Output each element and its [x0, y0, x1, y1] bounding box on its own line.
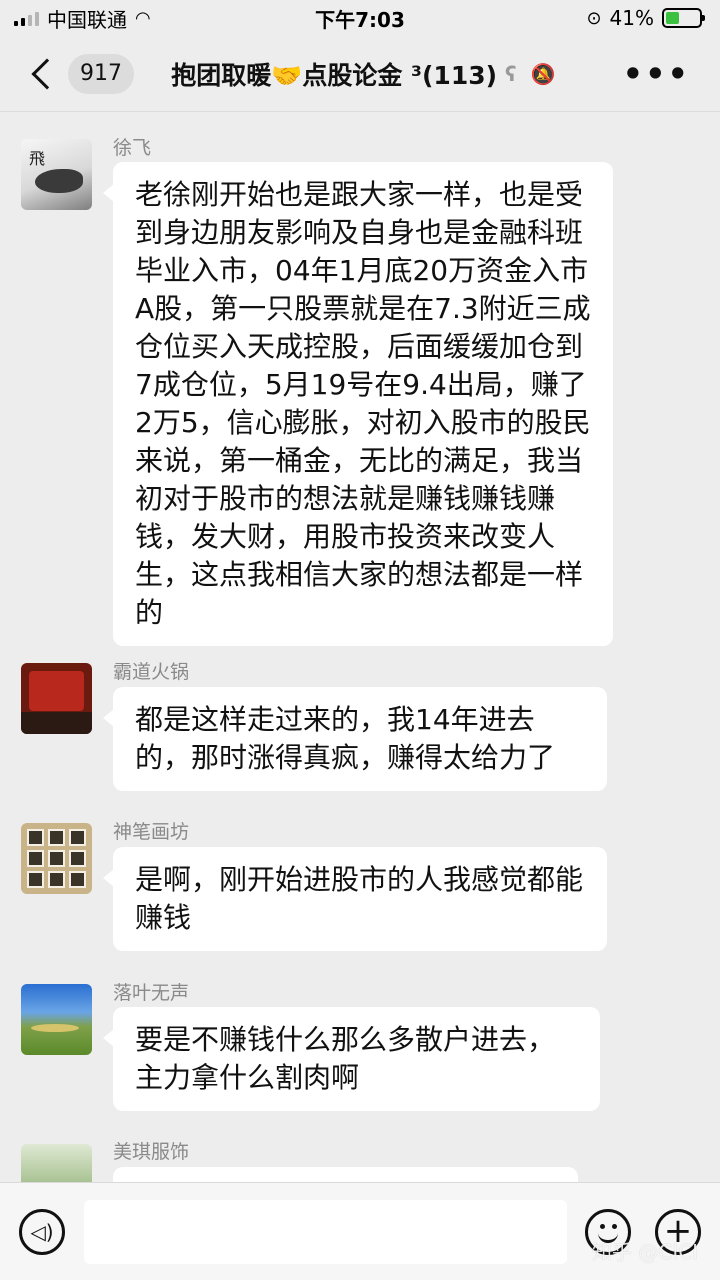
status-bar: 中国联通 ◠ 下午7:03 ⊙ 41%: [0, 0, 720, 36]
sender-name: 美琪服饰: [113, 1141, 190, 1163]
carrier-name: 中国联通: [47, 7, 127, 32]
avatar[interactable]: [21, 823, 92, 894]
avatar[interactable]: [21, 1144, 92, 1182]
sender-name: 徐飞: [113, 137, 152, 159]
rotation-lock-icon: ⊙: [586, 7, 602, 29]
title-status-icons: ʕ 🔕: [505, 62, 555, 86]
voice-input-icon[interactable]: ◁): [19, 1209, 65, 1255]
chat-title: 抱团取暖🤝点股论金 ³(113) ʕ 🔕: [164, 56, 563, 92]
status-left: 中国联通 ◠: [14, 4, 151, 33]
avatar[interactable]: [21, 663, 92, 734]
back-icon[interactable]: [31, 57, 63, 90]
unread-count-badge[interactable]: 917: [68, 53, 134, 94]
sender-name: 落叶无声: [113, 982, 190, 1004]
battery-icon: [662, 8, 705, 28]
avatar[interactable]: [21, 984, 92, 1055]
ear-icon: ʕ: [505, 61, 517, 86]
avatar-calligraphy: 飛: [29, 149, 46, 168]
battery-percent: 41%: [609, 6, 654, 30]
watermark: 知乎 @CICI: [592, 1240, 699, 1264]
message-list: 飛 徐飞 老徐刚开始也是跟大家一样，也是受到身边朋友影响及自身也是金融科班毕业入…: [0, 113, 720, 1182]
message-bubble[interactable]: 是啊，刚开始进股市的人我感觉都能赚钱: [103, 847, 607, 951]
wifi-icon: ◠: [135, 7, 151, 29]
message-bubble[interactable]: [113, 1167, 578, 1182]
input-bar: ◁) +: [0, 1182, 720, 1280]
message-bubble[interactable]: 要是不赚钱什么那么多散户进去，主力拿什么割肉啊: [103, 1007, 600, 1111]
message-bubble[interactable]: 老徐刚开始也是跟大家一样，也是受到身边朋友影响及自身也是金融科班毕业入市，04年…: [103, 162, 613, 646]
sender-name: 霸道火锅: [113, 661, 190, 683]
sender-name: 神笔画坊: [113, 821, 190, 843]
chat-title-text: 抱团取暖🤝点股论金 ³(113): [171, 60, 498, 90]
avatar[interactable]: 飛: [21, 139, 92, 210]
mute-bell-icon: 🔕: [530, 61, 556, 86]
more-options-icon[interactable]: •••: [623, 55, 690, 93]
status-right: ⊙ 41%: [586, 6, 705, 30]
clock: 下午7:03: [315, 7, 405, 32]
message-bubble[interactable]: 都是这样走过来的，我14年进去的，那时涨得真疯，赚得太给力了: [103, 687, 607, 791]
chat-header: 917 抱团取暖🤝点股论金 ³(113) ʕ 🔕 •••: [0, 36, 720, 112]
signal-icon: [14, 10, 39, 26]
message-input[interactable]: [84, 1200, 567, 1264]
